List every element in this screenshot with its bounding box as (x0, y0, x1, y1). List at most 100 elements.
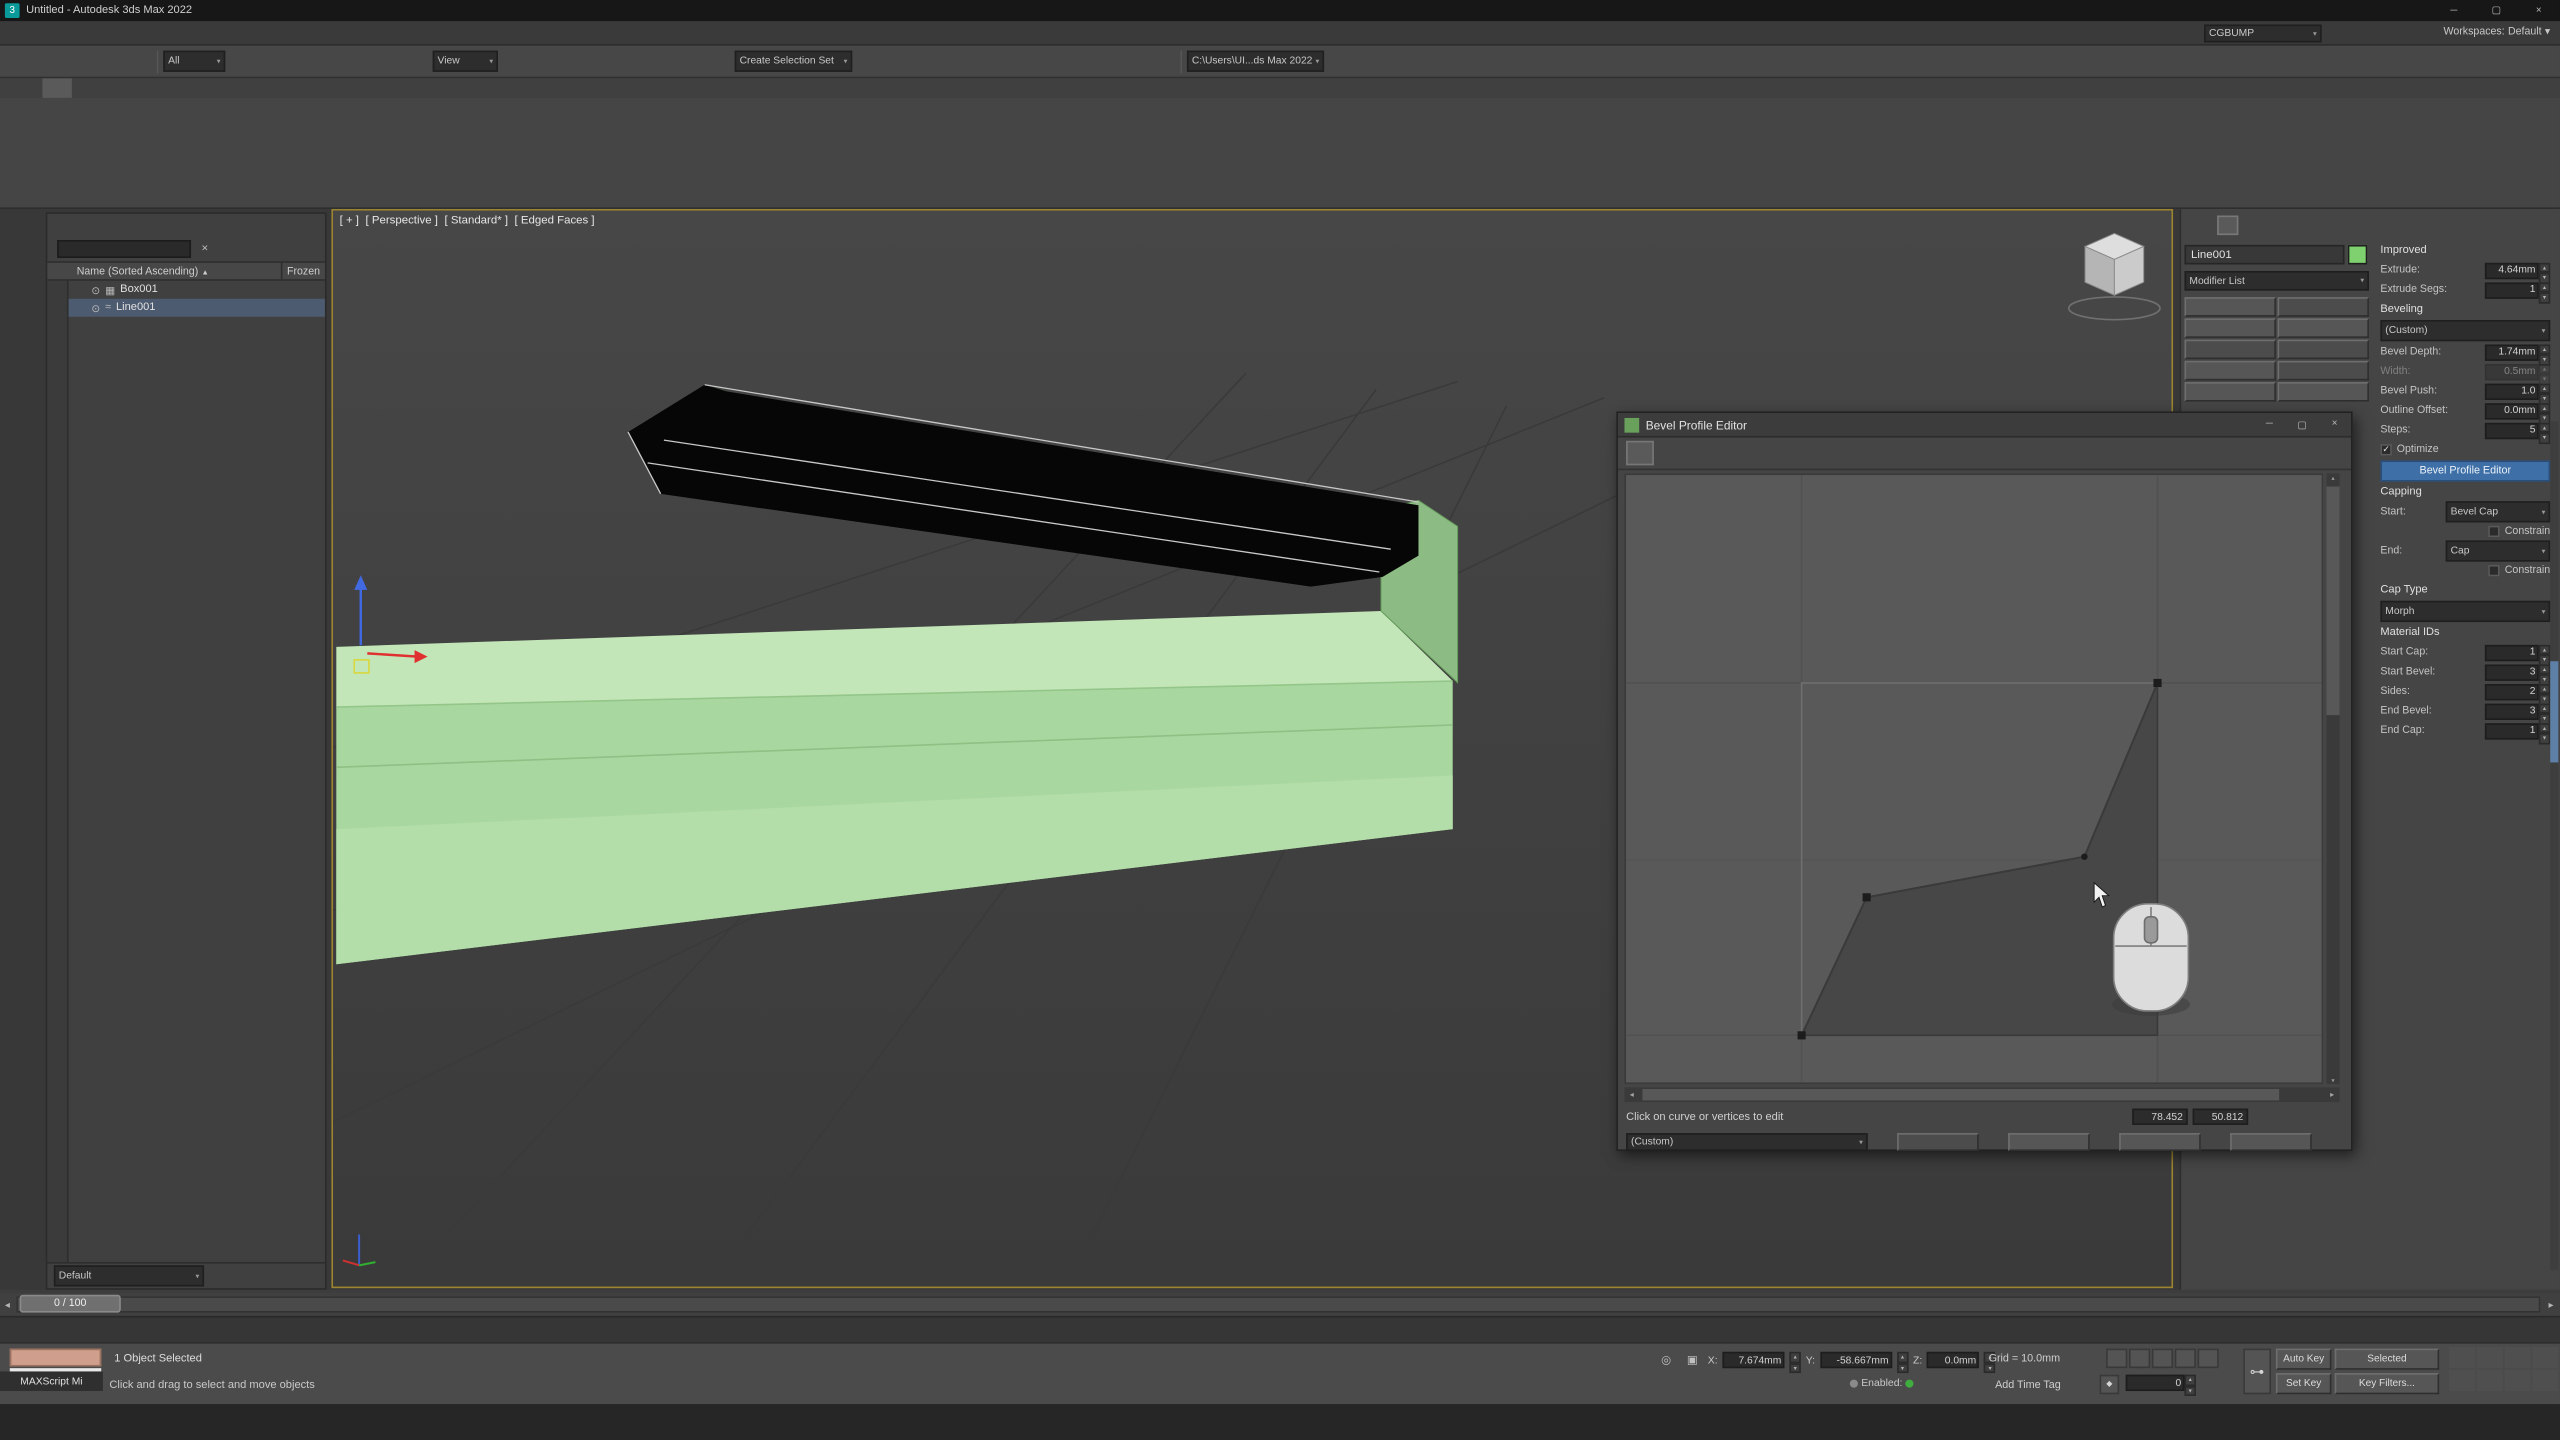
schematic-view-icon[interactable] (1030, 48, 1058, 74)
frame-number-field[interactable]: 0 (2126, 1375, 2185, 1391)
undo-icon[interactable] (7, 48, 35, 74)
row-line001[interactable]: ⊙ ≈ Line001 (69, 299, 325, 317)
ribbon-config-arrow-icon[interactable] (160, 80, 180, 98)
x-spinner[interactable]: ▲▼ (1789, 1352, 1800, 1368)
display-tab-icon[interactable] (2305, 216, 2326, 236)
ribbon-config-icon[interactable] (180, 80, 200, 98)
object-name-field[interactable]: Line001 (2184, 245, 2344, 265)
display-space-warps-icon[interactable] (47, 402, 67, 422)
time-slider-handle[interactable]: 0 / 100 (20, 1295, 121, 1313)
line-segment-icon[interactable] (1812, 441, 1840, 465)
maxscript-mini-listener[interactable]: MAXScript Mi (0, 1371, 103, 1391)
dialog-maximize-button[interactable]: ▢ (2286, 412, 2319, 436)
key-filters-button[interactable]: Key Filters... (2335, 1373, 2439, 1394)
time-slider-track[interactable] (16, 1296, 2540, 1312)
dialog-minimize-button[interactable]: ─ (2253, 412, 2286, 436)
undo-edit-icon[interactable] (1688, 441, 1716, 465)
scroll-right-icon[interactable]: ▸ (2325, 1087, 2340, 1102)
display-lights-icon[interactable] (47, 343, 67, 363)
redo-icon[interactable] (36, 48, 64, 74)
reset-profile-icon[interactable] (1781, 441, 1809, 465)
material-override-icon[interactable] (1502, 48, 1530, 74)
start-cap-dropdown[interactable]: Bevel Cap ▾ (2446, 501, 2550, 522)
save-button[interactable] (1897, 1133, 1979, 1151)
corner-point-icon[interactable] (1874, 441, 1902, 465)
scroll-left-icon[interactable]: ◂ (1624, 1087, 1639, 1102)
listener-enabled-status[interactable]: Enabled: (1850, 1378, 1914, 1389)
modify-tab-icon[interactable] (2217, 216, 2238, 236)
selection-filter-dropdown[interactable]: All ▾ (163, 51, 225, 72)
ffd-3x3x3-button[interactable] (2184, 382, 2275, 402)
bevel-button[interactable] (2184, 340, 2275, 360)
macro-recorder-strip[interactable] (10, 1349, 101, 1367)
zoom-canvas-icon[interactable] (2284, 1107, 2305, 1127)
toggle-layer-explorer-icon[interactable] (942, 48, 970, 74)
bevel-profile-button[interactable] (2278, 340, 2369, 360)
selected-set-dropdown[interactable]: Selected (2335, 1349, 2439, 1370)
orbit-icon[interactable] (2504, 1370, 2530, 1391)
spinner-control[interactable]: ▲▼ (2539, 422, 2550, 438)
go-to-start-button[interactable] (2106, 1349, 2127, 1369)
ribbon-tab[interactable] (101, 78, 130, 98)
isolate-selection-icon[interactable]: ◎ (1656, 1350, 1677, 1370)
zoom-icon[interactable] (2449, 1347, 2475, 1368)
spinner-control[interactable]: ▲▼ (2539, 644, 2550, 660)
arc-segment-icon[interactable] (1843, 441, 1871, 465)
play-button[interactable] (2152, 1349, 2173, 1369)
command-panel-scrollbar-thumb[interactable] (2550, 661, 2558, 762)
rendered-frame-window-icon[interactable] (1118, 48, 1146, 74)
select-and-rotate-icon[interactable] (374, 48, 402, 74)
select-and-link-icon[interactable] (65, 48, 93, 74)
cloud-render-icon[interactable] (1384, 48, 1412, 74)
spinner-control[interactable]: ▲▼ (2539, 282, 2550, 298)
bend-button[interactable] (2278, 318, 2369, 338)
unlink-selection-icon[interactable] (95, 48, 123, 74)
key-mode-toggle-icon[interactable]: ◆ (2100, 1375, 2120, 1395)
explorer-options-icon[interactable] (292, 238, 313, 258)
mirror-vertical-icon[interactable] (1750, 441, 1778, 465)
value-field[interactable]: 3 (2485, 703, 2539, 719)
zoom-extents-all-icon[interactable] (2532, 1347, 2558, 1368)
select-by-name-icon[interactable] (256, 48, 284, 74)
reference-coordinate-dropdown[interactable]: View ▾ (433, 51, 498, 72)
ribbon-tab[interactable] (131, 78, 160, 98)
display-groups-icon[interactable] (47, 480, 67, 500)
select-object-icon[interactable] (227, 48, 255, 74)
x-coordinate-field[interactable]: 7.674mm (1723, 1352, 1785, 1368)
viewport-pov-label[interactable]: [ Perspective ] (366, 216, 438, 227)
select-and-scale-icon[interactable] (403, 48, 431, 74)
ribbon-tab[interactable] (72, 78, 101, 98)
zoom-extents-icon[interactable] (2504, 1347, 2530, 1368)
mirror-icon[interactable] (854, 48, 882, 74)
end-cap-dropdown[interactable]: Cap ▾ (2446, 540, 2550, 561)
profile-canvas-svg[interactable] (1626, 475, 2322, 1082)
spinner-snap-icon[interactable] (676, 48, 704, 74)
explorer-search-input[interactable] (57, 239, 191, 257)
previous-frame-button[interactable] (2129, 1349, 2150, 1369)
display-xrefs-icon[interactable] (47, 460, 67, 480)
viewport-layout-icon[interactable] (1326, 48, 1354, 74)
spinner-control[interactable]: ▲▼ (2539, 363, 2550, 379)
profile-preset-dropdown[interactable]: (Custom) ▾ (1626, 1133, 1868, 1151)
spinner-control[interactable]: ▲▼ (2539, 664, 2550, 680)
track-bar[interactable] (0, 1316, 2560, 1342)
hierarchy-tab-icon[interactable] (2247, 216, 2268, 236)
use-pivot-center-icon[interactable] (500, 48, 528, 74)
spinner-control[interactable]: ▲▼ (2539, 383, 2550, 399)
value-field[interactable]: 1 (2485, 644, 2539, 660)
value-field[interactable]: 0.5mm (2485, 363, 2539, 379)
visibility-eye-icon[interactable]: ⊙ (91, 301, 100, 314)
value-field[interactable]: 1.74mm (2485, 344, 2539, 360)
display-shapes-icon[interactable] (47, 323, 67, 343)
create-tab-icon[interactable] (2188, 216, 2209, 236)
ffd-4x4x4-button[interactable] (2278, 382, 2369, 402)
explorer-column-header[interactable]: Name (Sorted Ascending) ▲ Frozen (47, 261, 325, 281)
canvas-vscroll-thumb[interactable] (2327, 487, 2340, 716)
bind-to-space-warp-icon[interactable] (124, 48, 152, 74)
value-field[interactable]: 1 (2485, 282, 2539, 298)
mirror-horizontal-icon[interactable] (1719, 441, 1747, 465)
percent-snap-icon[interactable] (647, 48, 675, 74)
render-gallery-icon[interactable] (1414, 48, 1442, 74)
command-panel-scrollbar[interactable] (2550, 421, 2558, 1270)
maximize-viewport-icon[interactable] (2532, 1370, 2558, 1391)
